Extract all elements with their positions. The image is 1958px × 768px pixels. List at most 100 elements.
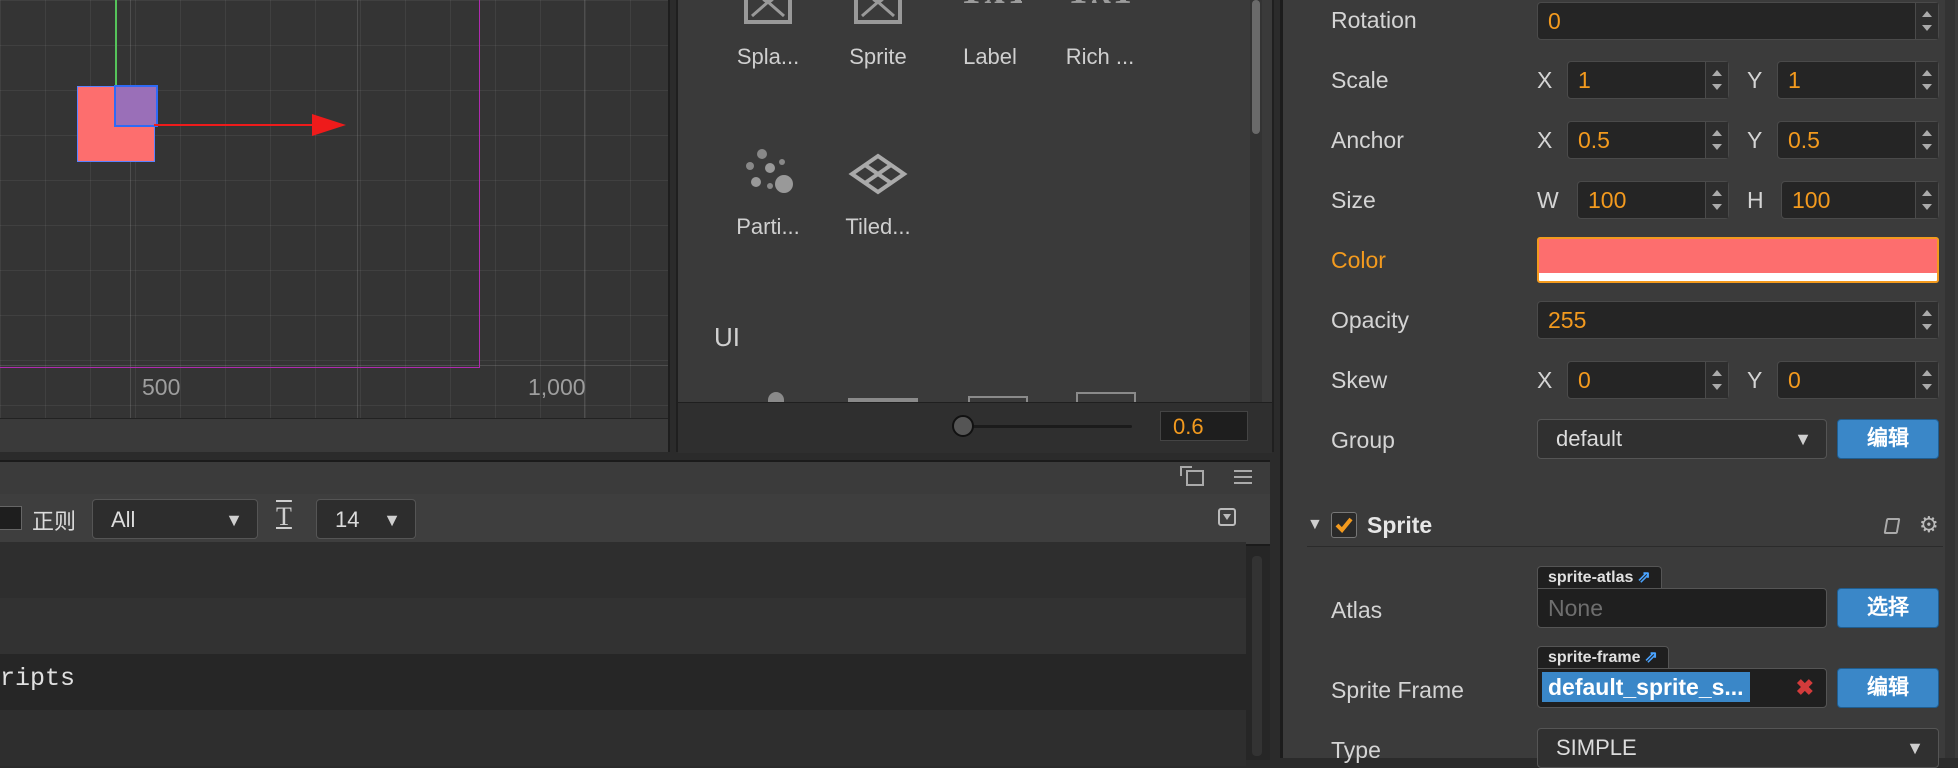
- anchor-y-value: 0.5: [1788, 127, 1820, 153]
- skew-x-value: 0: [1578, 367, 1591, 393]
- library-item-richtext[interactable]: TxT Rich ...: [1046, 0, 1154, 70]
- sprite-component-header[interactable]: ▼ Sprite ⚙: [1307, 512, 1943, 547]
- scale-y-input[interactable]: 1: [1777, 61, 1939, 99]
- library-scrollbar-thumb[interactable]: [1252, 0, 1260, 134]
- ui-item-icon[interactable]: [768, 392, 784, 402]
- spinner-icon[interactable]: [1915, 362, 1938, 398]
- regex-checkbox[interactable]: [0, 506, 22, 530]
- rotation-input[interactable]: 0: [1537, 2, 1939, 40]
- anchor-x-value: 0.5: [1578, 127, 1610, 153]
- color-swatch: [1539, 239, 1937, 273]
- log-row: [0, 542, 1246, 598]
- font-size-value: 14: [335, 507, 360, 532]
- ui-item-icon[interactable]: [1076, 392, 1136, 402]
- group-edit-button[interactable]: 编辑: [1837, 419, 1939, 459]
- atlas-select-button[interactable]: 选择: [1837, 588, 1939, 628]
- sprite-frame-asset-tag: sprite-frame ⇗: [1537, 646, 1669, 668]
- library-category-ui: UI: [714, 322, 740, 352]
- menu-icon[interactable]: [1234, 468, 1252, 484]
- opacity-input[interactable]: 255: [1537, 301, 1939, 339]
- library-item-tiledmap[interactable]: Tiled...: [824, 142, 932, 240]
- sprite-frame-edit-button[interactable]: 编辑: [1837, 668, 1939, 708]
- spinner-icon[interactable]: [1915, 3, 1938, 39]
- type-label: Type: [1331, 737, 1381, 763]
- gear-icon[interactable]: ⚙: [1919, 512, 1939, 538]
- anchor-y-input[interactable]: 0.5: [1777, 121, 1939, 159]
- skew-y-label: Y: [1747, 367, 1763, 393]
- library-item-particle[interactable]: Parti...: [714, 142, 822, 240]
- spinner-icon[interactable]: [1705, 122, 1728, 158]
- scale-x-label: X: [1537, 67, 1553, 93]
- sprite-frame-asset-field[interactable]: default_sprite_s... ✖: [1537, 668, 1827, 708]
- library-item-label: Sprite: [849, 44, 907, 69]
- size-h-input[interactable]: 100: [1781, 181, 1939, 219]
- gizmo-y-axis[interactable]: [115, 0, 117, 90]
- sprite-enabled-checkbox[interactable]: [1331, 512, 1357, 538]
- scene-canvas[interactable]: 500 1,000: [0, 0, 668, 418]
- console-scrollbar[interactable]: [1252, 556, 1262, 756]
- spinner-icon[interactable]: [1705, 182, 1728, 218]
- spinner-icon[interactable]: [1915, 122, 1938, 158]
- zoom-slider-thumb[interactable]: [952, 415, 974, 437]
- size-h-value: 100: [1792, 187, 1831, 213]
- zoom-value-input[interactable]: 0.6: [1160, 411, 1248, 441]
- group-select[interactable]: default ▼: [1537, 419, 1827, 459]
- chevron-down-icon: ▼: [225, 510, 243, 530]
- type-select[interactable]: SIMPLE ▼: [1537, 728, 1939, 768]
- chevron-down-icon: ▼: [1906, 738, 1924, 758]
- inspector-panel: Rotation 0 Scale X 1 Y 1 Anchor X 0.5 Y …: [1280, 0, 1958, 768]
- collapse-icon[interactable]: [1218, 508, 1236, 526]
- library-item-label: Spla...: [736, 44, 800, 69]
- external-link-icon[interactable]: ⇗: [1644, 649, 1657, 666]
- scale-x-input[interactable]: 1: [1567, 61, 1729, 99]
- inspector-scrollbar[interactable]: [1945, 0, 1955, 758]
- spinner-icon[interactable]: [1915, 302, 1938, 338]
- collapse-arrow-icon[interactable]: ▼: [1307, 516, 1323, 534]
- font-size-select[interactable]: 14 ▼: [316, 499, 416, 539]
- gizmo-x-arrow-icon[interactable]: [312, 114, 346, 136]
- particle-icon: [736, 142, 800, 206]
- opacity-value: 255: [1548, 307, 1587, 333]
- console-log-area[interactable]: ripts: [0, 542, 1270, 766]
- library-item-splash[interactable]: Spla...: [714, 0, 822, 70]
- library-item-label-node[interactable]: TxT Label: [936, 0, 1044, 70]
- rotation-label: Rotation: [1331, 7, 1417, 33]
- spinner-icon[interactable]: [1915, 182, 1938, 218]
- skew-x-input[interactable]: 0: [1567, 361, 1729, 399]
- gizmo-x-axis[interactable]: [154, 124, 314, 126]
- gizmo-center-handle[interactable]: [114, 85, 158, 127]
- anchor-label: Anchor: [1331, 127, 1404, 153]
- log-level-select[interactable]: All ▼: [92, 499, 258, 539]
- sprite-frame-label: Sprite Frame: [1331, 677, 1464, 703]
- clear-icon[interactable]: ✖: [1796, 669, 1814, 707]
- scene-panel: 500 1,000: [0, 0, 670, 452]
- group-label: Group: [1331, 427, 1395, 453]
- richtext-icon: TxT: [1068, 0, 1132, 36]
- library-item-label: Tiled...: [845, 214, 911, 239]
- skew-x-label: X: [1537, 367, 1553, 393]
- sprite-frame-value: default_sprite_s...: [1542, 672, 1750, 702]
- external-link-icon[interactable]: ⇗: [1637, 569, 1650, 586]
- size-w-value: 100: [1588, 187, 1627, 213]
- scale-x-value: 1: [1578, 67, 1591, 93]
- color-picker-field[interactable]: [1537, 237, 1939, 283]
- axis-tick-500: 500: [142, 374, 181, 400]
- size-h-label: H: [1747, 187, 1764, 213]
- sprite-frame-tag-text: sprite-frame: [1548, 649, 1641, 666]
- anchor-y-label: Y: [1747, 127, 1763, 153]
- console-titlebar: [0, 462, 1270, 494]
- spinner-icon[interactable]: [1915, 62, 1938, 98]
- zoom-slider-track[interactable]: [962, 425, 1132, 428]
- spinner-icon[interactable]: [1705, 362, 1728, 398]
- sprite-component-title: Sprite: [1367, 512, 1433, 538]
- anchor-x-input[interactable]: 0.5: [1567, 121, 1729, 159]
- help-book-icon[interactable]: [1883, 518, 1901, 534]
- atlas-asset-field[interactable]: None: [1537, 588, 1827, 628]
- library-item-sprite[interactable]: Sprite: [824, 0, 932, 70]
- skew-y-value: 0: [1788, 367, 1801, 393]
- size-w-input[interactable]: 100: [1577, 181, 1729, 219]
- console-toolbar: 正则 All ▼ T 14 ▼: [0, 494, 1270, 546]
- spinner-icon[interactable]: [1705, 62, 1728, 98]
- skew-y-input[interactable]: 0: [1777, 361, 1939, 399]
- sprite-icon: [846, 0, 910, 36]
